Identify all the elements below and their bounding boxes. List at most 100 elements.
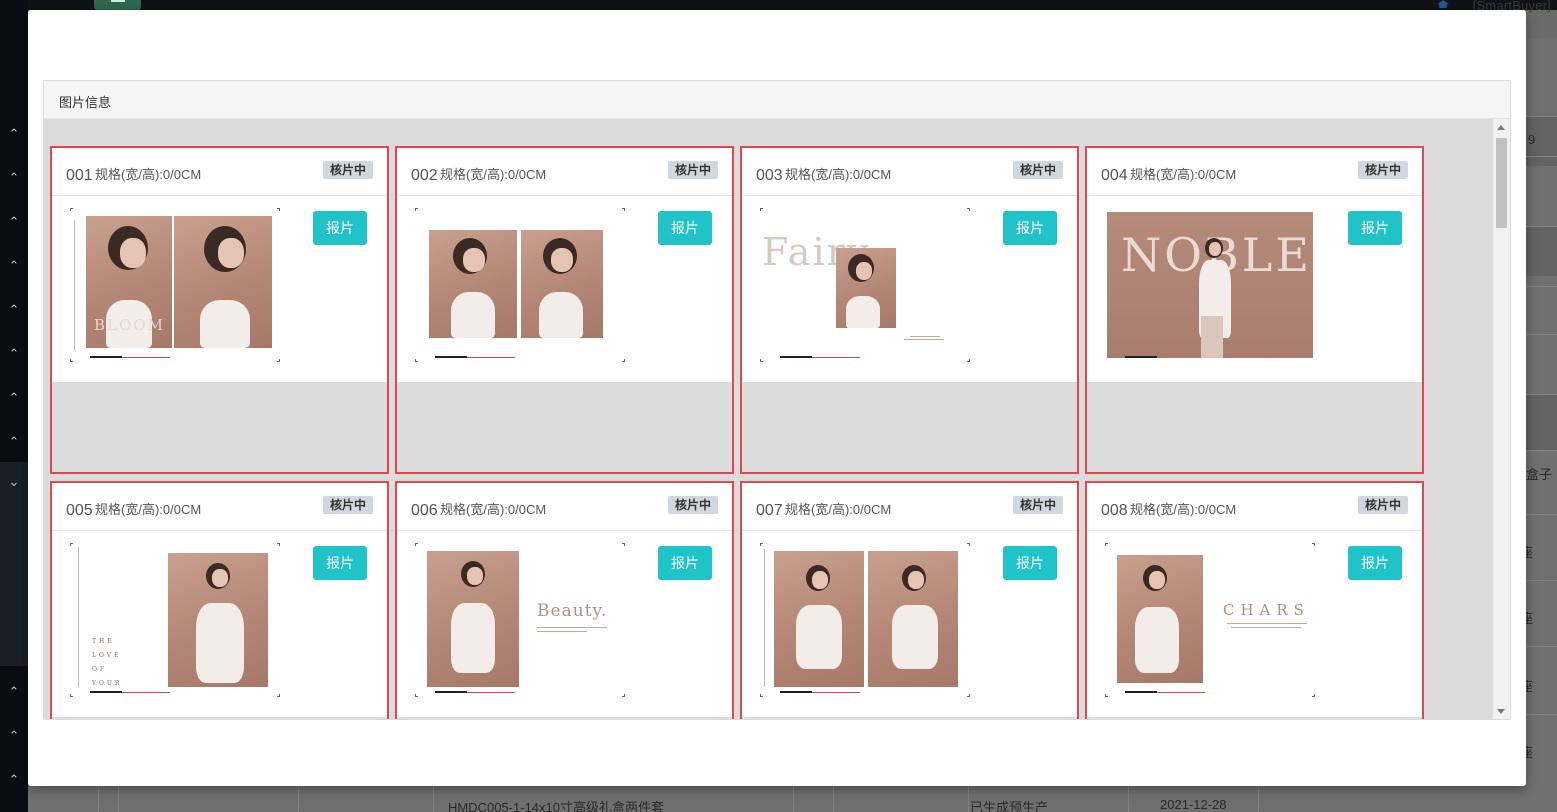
background-date-cell: 2021-12-28	[1160, 797, 1227, 812]
card-spec: 规格(宽/高):0/0CM	[440, 167, 547, 182]
image-grid[interactable]: 001 规格(宽/高):0/0CM 核片中 BLOOM 报片 002 规格(宽/…	[44, 119, 1510, 719]
chevron-up-icon: ⌃	[8, 390, 20, 405]
chevron-up-icon: ⌃	[8, 346, 20, 361]
image-card: 006 规格(宽/高):0/0CM 核片中 Beauty. 报片	[395, 481, 734, 719]
album-thumbnail[interactable]	[760, 543, 970, 697]
card-number: 008	[1101, 502, 1128, 519]
album-thumbnail[interactable]: BLOOM	[70, 208, 280, 362]
status-badge: 核片中	[322, 496, 373, 514]
scroll-up-icon[interactable]	[1497, 125, 1505, 130]
report-button[interactable]: 报片	[658, 211, 712, 245]
chevron-up-icon: ⌃	[8, 772, 20, 787]
chevron-up-icon: ⌃	[8, 728, 20, 743]
background-cell: 盒子	[1526, 467, 1553, 482]
report-button[interactable]: 报片	[1348, 546, 1402, 580]
scroll-down-icon[interactable]	[1497, 709, 1505, 714]
image-info-panel: 图片信息 001 规格(宽/高):0/0CM 核片中 BLOOM 报片 002 …	[43, 80, 1511, 720]
chevron-up-icon: ⌃	[8, 214, 20, 229]
card-body: CHARS 报片	[1087, 531, 1422, 717]
card-header: 005 规格(宽/高):0/0CM 核片中	[52, 483, 387, 531]
vertical-scrollbar[interactable]	[1493, 119, 1510, 719]
card-body: BLOOM 报片	[52, 196, 387, 382]
card-number: 002	[411, 167, 438, 184]
image-info-modal: 图片信息 001 规格(宽/高):0/0CM 核片中 BLOOM 报片 002 …	[28, 10, 1526, 786]
background-table-edge: 9 盒子 座 座 座 座	[1520, 38, 1557, 812]
card-header: 001 规格(宽/高):0/0CM 核片中	[52, 148, 387, 196]
album-thumbnail[interactable]: NOBLE	[1105, 208, 1315, 362]
report-button[interactable]: 报片	[313, 546, 367, 580]
album-thumbnail[interactable]: Beauty.	[415, 543, 625, 697]
chevron-up-icon: ⌃	[8, 302, 20, 317]
card-header: 006 规格(宽/高):0/0CM 核片中	[397, 483, 732, 531]
image-card: 002 规格(宽/高):0/0CM 核片中 报片	[395, 146, 734, 474]
card-spec: 规格(宽/高):0/0CM	[95, 167, 202, 182]
chevron-up-icon: ⌃	[8, 258, 20, 273]
home-icon	[1437, 0, 1449, 8]
thumbnail-text: THE LOVE OF YOUR	[92, 638, 123, 687]
status-badge: 核片中	[322, 161, 373, 179]
image-card: 008 规格(宽/高):0/0CM 核片中 CHARS 报片	[1085, 481, 1424, 719]
card-header: 008 规格(宽/高):0/0CM 核片中	[1087, 483, 1422, 531]
card-body: 报片	[742, 531, 1077, 717]
thumbnail-text: BLOOM	[94, 316, 165, 334]
report-button[interactable]: 报片	[1003, 211, 1057, 245]
card-body: THE LOVE OF YOUR 报片	[52, 531, 387, 717]
panel-title: 图片信息	[44, 81, 1510, 119]
status-badge: 核片中	[667, 496, 718, 514]
card-body: Beauty. 报片	[397, 531, 732, 717]
background-table-row: HMDC005-1-14x10寸高级礼盒两件套 已生成预生产 2021-12-2…	[28, 786, 1526, 812]
report-button[interactable]: 报片	[1003, 546, 1057, 580]
card-number: 001	[66, 167, 93, 184]
card-spec: 规格(宽/高):0/0CM	[1130, 167, 1237, 182]
chevron-up-icon: ⌃	[8, 170, 20, 185]
card-spec: 规格(宽/高):0/0CM	[785, 502, 892, 517]
card-number: 003	[756, 167, 783, 184]
card-body: Fairy 报片	[742, 196, 1077, 382]
chevron-up-icon: ⌃	[8, 126, 20, 141]
background-sidebar: ⌃ ⌃ ⌃ ⌃ ⌃ ⌃ ⌃ ⌃ ⌄ ⌃ ⌃ ⌃	[0, 0, 28, 812]
image-card: 003 规格(宽/高):0/0CM 核片中 Fairy 报片	[740, 146, 1079, 474]
card-number: 004	[1101, 167, 1128, 184]
card-spec: 规格(宽/高):0/0CM	[95, 502, 202, 517]
album-thumbnail[interactable]: CHARS	[1105, 543, 1315, 697]
background-product-cell: HMDC005-1-14x10寸高级礼盒两件套	[448, 800, 664, 812]
chevron-up-icon: ⌃	[8, 434, 20, 449]
chevron-down-icon: ⌄	[8, 474, 20, 489]
card-spec: 规格(宽/高):0/0CM	[440, 502, 547, 517]
card-body: NOBLE 报片	[1087, 196, 1422, 382]
thumbnail-text: CHARS	[1223, 601, 1310, 619]
image-card: 004 规格(宽/高):0/0CM 核片中 NOBLE	[1085, 146, 1424, 474]
report-button[interactable]: 报片	[313, 211, 367, 245]
card-header: 002 规格(宽/高):0/0CM 核片中	[397, 148, 732, 196]
card-number: 007	[756, 502, 783, 519]
background-sidebar-active	[0, 462, 28, 666]
background-topbar: [SmartBuyer]	[28, 0, 1557, 13]
card-spec: 规格(宽/高):0/0CM	[1130, 502, 1237, 517]
background-cell: 9	[1528, 132, 1536, 147]
album-thumbnail[interactable]: Fairy	[760, 208, 970, 362]
background-status-cell: 已生成预生产	[970, 800, 1049, 812]
image-card: 005 规格(宽/高):0/0CM 核片中 THE LOVE OF YOUR 报…	[50, 481, 389, 719]
image-card: 007 规格(宽/高):0/0CM 核片中 报片	[740, 481, 1079, 719]
status-badge: 核片中	[1357, 161, 1408, 179]
card-spec: 规格(宽/高):0/0CM	[785, 167, 892, 182]
card-header: 003 规格(宽/高):0/0CM 核片中	[742, 148, 1077, 196]
image-card: 001 规格(宽/高):0/0CM 核片中 BLOOM 报片	[50, 146, 389, 474]
chevron-up-icon: ⌃	[8, 684, 20, 699]
report-button[interactable]: 报片	[1348, 211, 1402, 245]
thumbnail-text: Beauty.	[537, 601, 608, 621]
card-header: 007 规格(宽/高):0/0CM 核片中	[742, 483, 1077, 531]
menu-toggle-button	[94, 0, 141, 10]
card-body: 报片	[397, 196, 732, 382]
card-number: 006	[411, 502, 438, 519]
card-number: 005	[66, 502, 93, 519]
card-header: 004 规格(宽/高):0/0CM 核片中	[1087, 148, 1422, 196]
status-badge: 核片中	[1012, 496, 1063, 514]
report-button[interactable]: 报片	[658, 546, 712, 580]
status-badge: 核片中	[1012, 161, 1063, 179]
status-badge: 核片中	[1357, 496, 1408, 514]
scrollbar-thumb[interactable]	[1496, 138, 1507, 228]
album-thumbnail[interactable]	[415, 208, 625, 362]
status-badge: 核片中	[667, 161, 718, 179]
album-thumbnail[interactable]: THE LOVE OF YOUR	[70, 543, 280, 697]
